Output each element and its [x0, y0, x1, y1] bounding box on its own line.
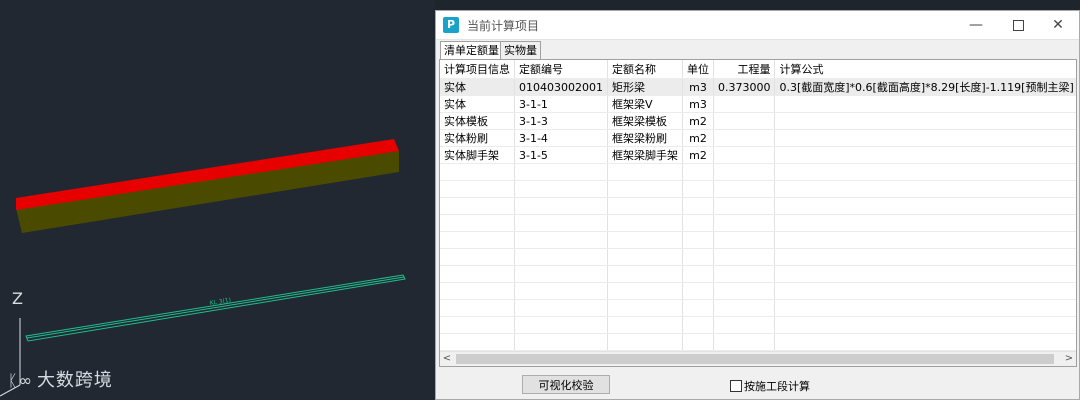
calc-items-table: 计算项目信息 定额编号 定额名称 单位 工程量 计算公式 实体 01040300… [440, 60, 1076, 366]
maximize-icon [1012, 19, 1024, 31]
model-viewport[interactable]: KL 3(1) Z ᛕ∞ 大数跨境 [0, 0, 435, 400]
cell-formula[interactable] [774, 129, 1076, 147]
z-axis-label: Z [12, 289, 23, 308]
minimize-button[interactable]: — [956, 13, 996, 37]
tab-bill-quota-quantity[interactable]: 清单定额量 [440, 41, 503, 60]
empty-row [440, 214, 1076, 232]
cell-name[interactable]: 框架梁粉刷 [607, 129, 683, 147]
calc-items-grid: 计算项目信息 定额编号 定额名称 单位 工程量 计算公式 实体 01040300… [439, 59, 1077, 367]
scrollbar-thumb[interactable] [456, 354, 1054, 364]
empty-row [440, 231, 1076, 249]
empty-row [440, 248, 1076, 266]
cell-item[interactable]: 实体 [440, 78, 515, 96]
watermark: ᛕ∞ 大数跨境 [8, 366, 113, 392]
cell-code[interactable]: 3-1-4 [514, 129, 608, 147]
by-construction-section-checkbox[interactable]: 按施工段计算 [730, 378, 810, 394]
cell-name[interactable]: 框架梁脚手架 [607, 146, 683, 164]
cell-formula[interactable] [774, 112, 1076, 130]
scroll-left-icon[interactable]: < [440, 352, 454, 366]
cell-unit[interactable]: m2 [682, 129, 714, 147]
watermark-text: 大数跨境 [36, 370, 113, 391]
cell-quantity[interactable] [713, 95, 776, 113]
title-bar[interactable]: P 当前计算项目 — ✕ [436, 11, 1079, 40]
cell-formula[interactable] [774, 95, 1076, 113]
cell-code[interactable]: 3-1-1 [514, 95, 608, 113]
checkbox-label: 按施工段计算 [744, 380, 810, 393]
calc-items-dialog: P 当前计算项目 — ✕ 清单定额量 实物量 计算项目信息 定额编号 定额名称 … [435, 10, 1080, 400]
table-row[interactable]: 实体模板 3-1-3 框架梁模板 m2 [440, 112, 1076, 130]
cell-code[interactable]: 3-1-5 [514, 146, 608, 164]
cell-item[interactable]: 实体模板 [440, 112, 515, 130]
empty-row [440, 265, 1076, 283]
tab-physical-quantity[interactable]: 实物量 [500, 41, 541, 59]
cell-formula[interactable]: 0.3[截面宽度]*0.6[截面高度]*8.29[长度]-1.119[预制主梁] [774, 78, 1076, 96]
cell-name[interactable]: 框架梁V [607, 95, 683, 113]
table-header-row: 计算项目信息 定额编号 定额名称 单位 工程量 计算公式 [440, 60, 1076, 79]
table-row[interactable]: 实体 3-1-1 框架梁V m3 [440, 95, 1076, 113]
empty-row [440, 180, 1076, 198]
cell-name[interactable]: 框架梁模板 [607, 112, 683, 130]
empty-row [440, 282, 1076, 300]
cell-unit[interactable]: m2 [682, 146, 714, 164]
cell-formula[interactable] [774, 146, 1076, 164]
table-row[interactable]: 实体脚手架 3-1-5 框架梁脚手架 m2 [440, 146, 1076, 164]
cell-item[interactable]: 实体粉刷 [440, 129, 515, 147]
empty-row [440, 197, 1076, 215]
close-button[interactable]: ✕ [1038, 13, 1078, 37]
table-row[interactable]: 实体粉刷 3-1-4 框架梁粉刷 m2 [440, 129, 1076, 147]
empty-row [440, 333, 1076, 351]
maximize-button[interactable] [998, 13, 1038, 37]
col-header-quantity[interactable]: 工程量 [713, 60, 776, 79]
cell-quantity[interactable] [713, 146, 776, 164]
cell-item[interactable]: 实体脚手架 [440, 146, 515, 164]
checkbox-box[interactable] [730, 380, 742, 392]
viewport-canvas: KL 3(1) Z [0, 139, 406, 397]
cell-quantity[interactable]: 0.373000 [713, 78, 776, 96]
col-header-item[interactable]: 计算项目信息 [440, 60, 515, 79]
empty-row [440, 316, 1076, 334]
cell-item[interactable]: 实体 [440, 95, 515, 113]
dialog-title: 当前计算项目 [467, 19, 540, 33]
cell-unit[interactable]: m3 [682, 78, 714, 96]
col-header-unit[interactable]: 单位 [682, 60, 714, 79]
watermark-logo-icon: ᛕ∞ [8, 371, 33, 390]
cell-name[interactable]: 矩形梁 [607, 78, 683, 96]
col-header-formula[interactable]: 计算公式 [774, 60, 1076, 79]
horizontal-scrollbar[interactable]: < > [440, 351, 1076, 366]
cell-unit[interactable]: m3 [682, 95, 714, 113]
cell-quantity[interactable] [713, 129, 776, 147]
scroll-right-icon[interactable]: > [1062, 352, 1076, 366]
visual-check-button[interactable]: 可视化校验 [522, 375, 610, 394]
app-icon: P [443, 17, 459, 33]
table-row[interactable]: 实体 010403002001 矩形梁 m3 0.373000 0.3[截面宽度… [440, 78, 1076, 96]
empty-row [440, 299, 1076, 317]
cell-code[interactable]: 010403002001 [514, 78, 608, 96]
empty-row [440, 163, 1076, 181]
beam-plan-centerline [26, 276, 405, 339]
cell-unit[interactable]: m2 [682, 112, 714, 130]
col-header-code[interactable]: 定额编号 [514, 60, 608, 79]
cell-quantity[interactable] [713, 112, 776, 130]
cell-code[interactable]: 3-1-3 [514, 112, 608, 130]
col-header-name[interactable]: 定额名称 [607, 60, 683, 79]
